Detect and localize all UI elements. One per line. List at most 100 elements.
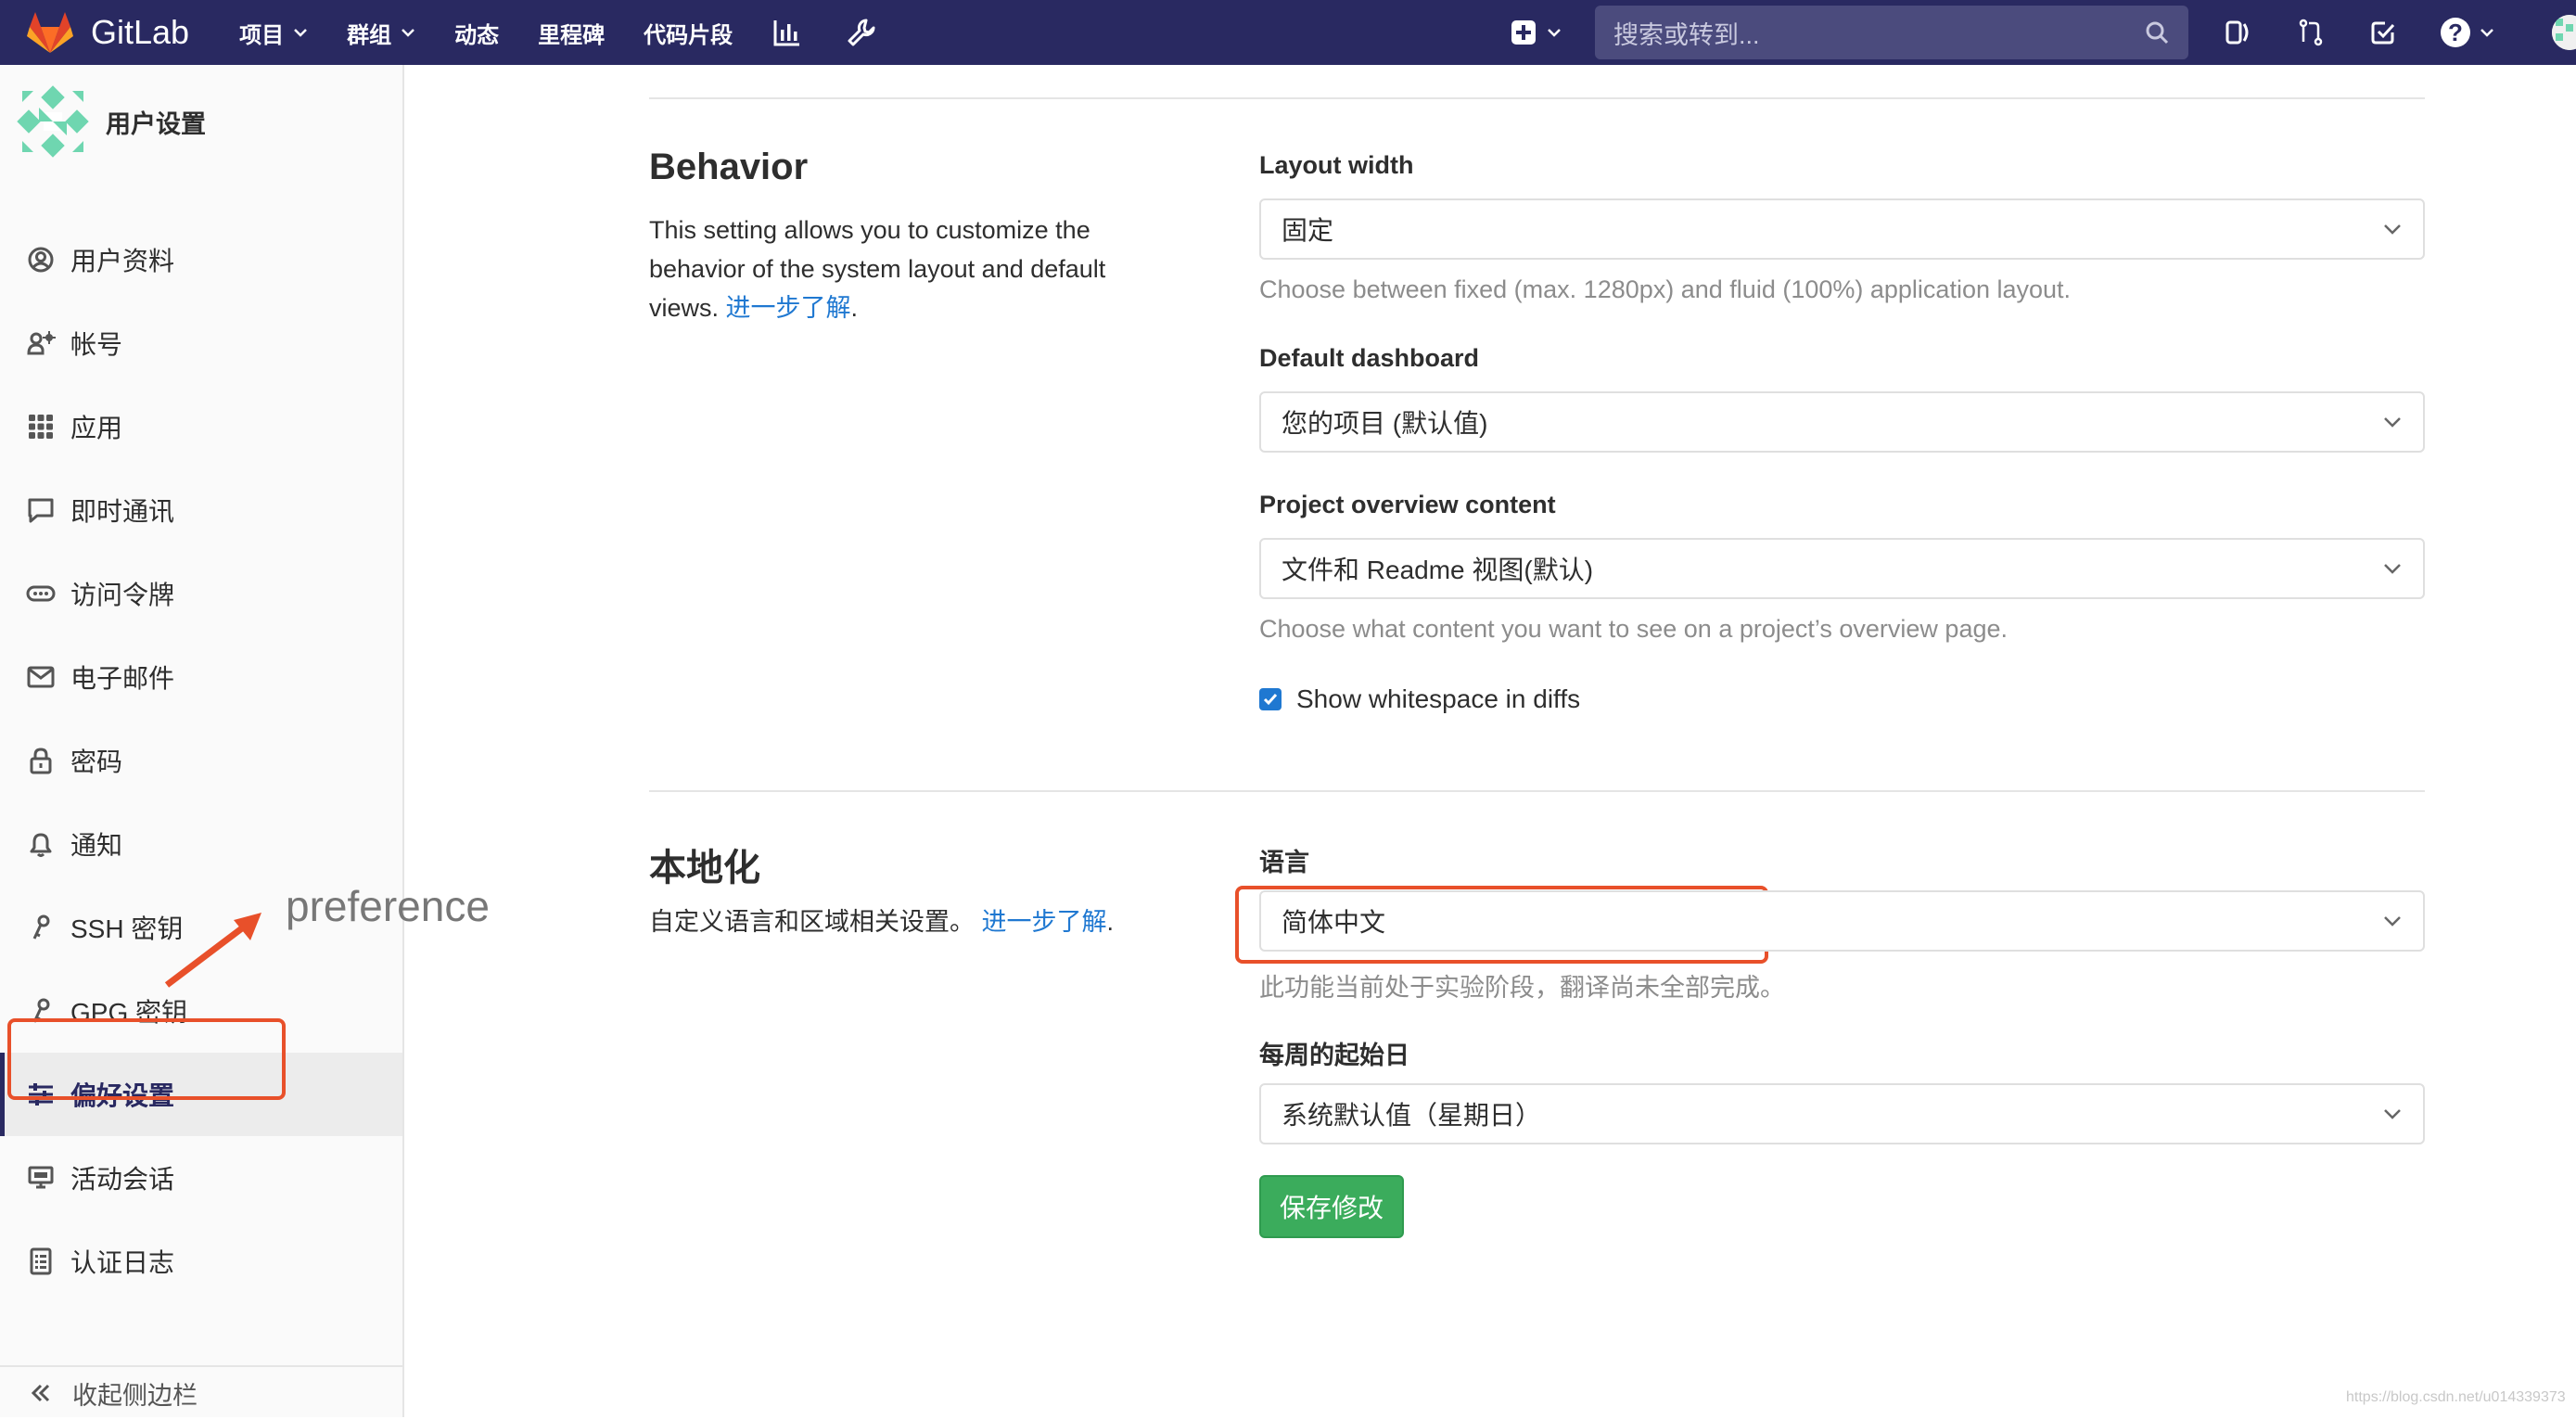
sidebar-item-active-sessions[interactable]: 活动会话 [0, 1136, 402, 1220]
language-select[interactable]: 简体中文 [1259, 890, 2425, 952]
help-dropdown-button[interactable]: ? [2441, 18, 2494, 47]
show-whitespace-label: Show whitespace in diffs [1296, 684, 1581, 713]
chevron-down-icon [2384, 916, 2401, 927]
sidebar-item-password[interactable]: 密码 [0, 719, 402, 802]
issues-button[interactable] [2224, 18, 2253, 47]
annotation-arrow-icon [164, 913, 261, 988]
activity-chart-button[interactable] [772, 17, 803, 48]
default-dashboard-select[interactable]: 您的项目 (默认值) [1259, 391, 2425, 453]
applications-icon [29, 415, 53, 439]
todos-button[interactable] [2368, 18, 2398, 47]
behavior-description: This setting allows you to customize the… [649, 211, 1168, 327]
language-help: 此功能当前处于实验阶段，翻译尚未全部完成。 [1259, 974, 1785, 1002]
annotation-label: preference [286, 882, 490, 930]
issues-icon [2225, 20, 2249, 45]
search-icon [2146, 21, 2169, 45]
search-input[interactable]: 搜索或转到... [1595, 6, 2188, 59]
merge-requests-button[interactable] [2296, 18, 2326, 47]
token-icon [26, 585, 56, 602]
account-icon [27, 331, 56, 355]
sidebar-item-label: 用户资料 [70, 247, 175, 275]
chevron-down-icon [402, 29, 414, 37]
sidebar-item-authentication-log[interactable]: 认证日志 [0, 1220, 402, 1303]
project-overview-help: Choose what content you want to see on a… [1259, 615, 2008, 643]
sidebar-item-label: 即时通讯 [70, 497, 175, 526]
nav-milestones[interactable]: 里程碑 [538, 17, 605, 49]
sidebar-item-applications[interactable]: 应用 [0, 385, 402, 468]
layout-width-label: Layout width [1259, 151, 1414, 179]
language-label: 语言 [1259, 849, 1309, 876]
nav-projects-label: 项目 [239, 22, 285, 48]
first-day-select[interactable]: 系统默认值（星期日） [1259, 1083, 2425, 1144]
sidebar-item-access-tokens[interactable]: 访问令牌 [0, 552, 402, 635]
nav-menu: 项目 群组 动态 里程碑 代码片段 [239, 17, 920, 49]
chevron-down-icon [294, 29, 307, 37]
nav-activity[interactable]: 动态 [454, 17, 499, 49]
admin-area-button[interactable] [846, 17, 877, 48]
period: . [1106, 908, 1115, 936]
layout-width-value: 固定 [1282, 216, 1334, 245]
behavior-title: Behavior [649, 147, 809, 187]
section-divider [649, 790, 2425, 792]
behavior-learn-more-link[interactable]: 进一步了解 [726, 294, 851, 322]
monitor-icon [28, 1166, 54, 1189]
localization-learn-more-link[interactable]: 进一步了解 [982, 908, 1107, 936]
localization-description: 自定义语言和区域相关设置。 进一步了解. [649, 902, 1205, 941]
sidebar-item-chat[interactable]: 即时通讯 [0, 468, 402, 552]
sidebar-item-label: 活动会话 [70, 1165, 175, 1194]
bell-icon [30, 833, 52, 857]
user-avatar-button[interactable] [2552, 15, 2576, 50]
nav-right: 搜索或转到... ? [1511, 0, 2494, 65]
sidebar-header[interactable]: 用户设置 [17, 85, 206, 158]
sidebar-item-label: 应用 [70, 414, 123, 442]
project-overview-value: 文件和 Readme 视图(默认) [1282, 556, 1594, 584]
settings-sidebar: 用户设置 用户资料 帐号 应用 即时通讯 访问令牌 电子邮件 密码 通知 SSH… [0, 65, 404, 1417]
plus-square-icon [1511, 20, 1536, 45]
chat-icon [28, 498, 54, 523]
sidebar-item-account[interactable]: 帐号 [0, 301, 402, 385]
avatar [2552, 15, 2576, 50]
nav-milestones-label: 里程碑 [538, 22, 606, 48]
collapse-sidebar-label: 收起侧边栏 [72, 1381, 198, 1410]
brand-name: GitLab [91, 13, 190, 51]
gitlab-logo-link[interactable]: GitLab [26, 10, 189, 55]
sidebar-item-label: 密码 [70, 748, 123, 776]
sidebar-item-notifications[interactable]: 通知 [0, 802, 402, 886]
sidebar-item-emails[interactable]: 电子邮件 [0, 635, 402, 719]
double-chevron-left-icon [31, 1384, 50, 1402]
sidebar-item-label: 通知 [70, 831, 123, 860]
chevron-down-icon [2384, 1109, 2401, 1119]
chevron-down-icon [1548, 29, 1561, 37]
sidebar-menu: 用户资料 帐号 应用 即时通讯 访问令牌 电子邮件 密码 通知 SSH 密钥 G… [0, 218, 402, 1303]
nav-snippets-label: 代码片段 [644, 22, 733, 48]
layout-width-help: Choose between fixed (max. 1280px) and f… [1259, 275, 2072, 303]
new-dropdown-button[interactable] [1511, 20, 1562, 45]
localization-title: 本地化 [649, 848, 760, 888]
nav-projects[interactable]: 项目 [239, 17, 308, 49]
localization-description-text: 自定义语言和区域相关设置。 [649, 908, 975, 936]
default-dashboard-value: 您的项目 (默认值) [1282, 409, 1488, 438]
first-day-value: 系统默认值（星期日） [1282, 1101, 1542, 1130]
profile-icon [28, 247, 54, 273]
collapse-sidebar-button[interactable]: 收起侧边栏 [0, 1365, 402, 1419]
admin-wrench-icon [848, 19, 875, 46]
nav-groups-label: 群组 [347, 22, 392, 48]
save-changes-button[interactable]: 保存修改 [1259, 1175, 1404, 1238]
layout-width-select[interactable]: 固定 [1259, 198, 2425, 260]
sidebar-item-label: 电子邮件 [70, 664, 175, 693]
project-overview-select[interactable]: 文件和 Readme 视图(默认) [1259, 538, 2425, 599]
key-icon [32, 914, 50, 940]
log-icon [30, 1247, 52, 1275]
sidebar-item-label: 认证日志 [70, 1248, 175, 1277]
period: . [850, 294, 859, 322]
sidebar-item-profile[interactable]: 用户资料 [0, 218, 402, 301]
email-icon [27, 666, 55, 688]
search-placeholder: 搜索或转到... [1613, 20, 1760, 49]
todos-icon [2371, 21, 2395, 45]
show-whitespace-checkbox[interactable]: Show whitespace in diffs [1259, 684, 1580, 714]
nav-groups[interactable]: 群组 [347, 17, 415, 49]
gitlab-tanuki-icon [27, 12, 73, 53]
nav-snippets[interactable]: 代码片段 [644, 17, 733, 49]
sidebar-title: 用户设置 [106, 109, 206, 138]
chevron-down-icon [2384, 564, 2401, 574]
